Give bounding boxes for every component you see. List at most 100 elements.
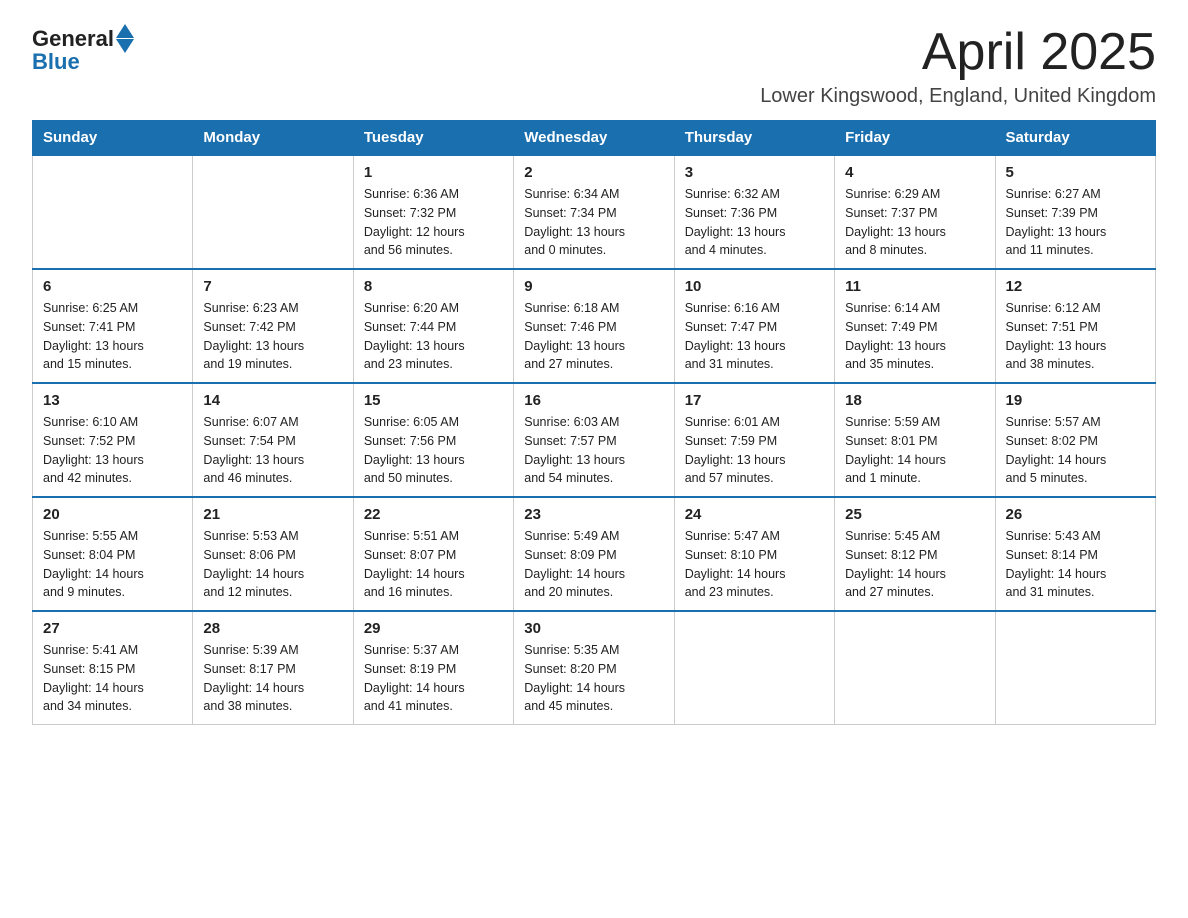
calendar-cell: 17 Sunrise: 6:01 AMSunset: 7:59 PMDayligh…	[674, 383, 834, 497]
day-number: 8	[364, 278, 503, 295]
day-info: Sunrise: 6:01 AMSunset: 7:59 PMDaylight:…	[685, 413, 824, 488]
day-info: Sunrise: 6:25 AMSunset: 7:41 PMDaylight:…	[43, 299, 182, 374]
day-info: Sunrise: 5:41 AMSunset: 8:15 PMDaylight:…	[43, 641, 182, 716]
weekday-header: Thursday	[674, 121, 834, 156]
weekday-header: Saturday	[995, 121, 1155, 156]
calendar-cell: 10 Sunrise: 6:16 AMSunset: 7:47 PMDayligh…	[674, 269, 834, 383]
day-number: 18	[845, 392, 984, 409]
day-info: Sunrise: 5:51 AMSunset: 8:07 PMDaylight:…	[364, 527, 503, 602]
calendar-cell: 26 Sunrise: 5:43 AMSunset: 8:14 PMDayligh…	[995, 497, 1155, 611]
day-number: 19	[1006, 392, 1145, 409]
day-number: 28	[203, 620, 342, 637]
day-number: 17	[685, 392, 824, 409]
calendar-cell	[674, 611, 834, 725]
calendar-cell: 28 Sunrise: 5:39 AMSunset: 8:17 PMDayligh…	[193, 611, 353, 725]
day-info: Sunrise: 5:59 AMSunset: 8:01 PMDaylight:…	[845, 413, 984, 488]
day-info: Sunrise: 6:16 AMSunset: 7:47 PMDaylight:…	[685, 299, 824, 374]
day-number: 6	[43, 278, 182, 295]
day-number: 11	[845, 278, 984, 295]
day-number: 3	[685, 164, 824, 181]
logo-triangle-up	[116, 24, 134, 38]
calendar-cell: 19 Sunrise: 5:57 AMSunset: 8:02 PMDayligh…	[995, 383, 1155, 497]
day-info: Sunrise: 6:36 AMSunset: 7:32 PMDaylight:…	[364, 185, 503, 260]
weekday-header: Tuesday	[353, 121, 513, 156]
calendar-cell: 11 Sunrise: 6:14 AMSunset: 7:49 PMDayligh…	[835, 269, 995, 383]
calendar-cell: 23Sunrise: 5:49 AMSunset: 8:09 PMDayligh…	[514, 497, 674, 611]
day-info: Sunrise: 6:12 AMSunset: 7:51 PMDaylight:…	[1006, 299, 1145, 374]
day-info: Sunrise: 5:43 AMSunset: 8:14 PMDaylight:…	[1006, 527, 1145, 602]
day-info: Sunrise: 6:34 AMSunset: 7:34 PMDaylight:…	[524, 185, 663, 260]
calendar-cell: 3 Sunrise: 6:32 AMSunset: 7:36 PMDaylight…	[674, 155, 834, 269]
day-number: 30	[524, 620, 663, 637]
day-number: 5	[1006, 164, 1145, 181]
calendar-cell: 16 Sunrise: 6:03 AMSunset: 7:57 PMDayligh…	[514, 383, 674, 497]
day-info: Sunrise: 5:47 AMSunset: 8:10 PMDaylight:…	[685, 527, 824, 602]
weekday-header: Friday	[835, 121, 995, 156]
calendar-week-row: 1 Sunrise: 6:36 AMSunset: 7:32 PMDaylight…	[33, 155, 1156, 269]
day-number: 26	[1006, 506, 1145, 523]
day-number: 22	[364, 506, 503, 523]
weekday-header: Wednesday	[514, 121, 674, 156]
day-number: 7	[203, 278, 342, 295]
calendar-cell: 6 Sunrise: 6:25 AMSunset: 7:41 PMDaylight…	[33, 269, 193, 383]
weekday-header: Monday	[193, 121, 353, 156]
day-info: Sunrise: 5:45 AMSunset: 8:12 PMDaylight:…	[845, 527, 984, 602]
logo-blue: Blue	[32, 49, 80, 75]
calendar-week-row: 27 Sunrise: 5:41 AMSunset: 8:15 PMDayligh…	[33, 611, 1156, 725]
calendar-cell: 18 Sunrise: 5:59 AMSunset: 8:01 PMDayligh…	[835, 383, 995, 497]
calendar-cell: 15 Sunrise: 6:05 AMSunset: 7:56 PMDayligh…	[353, 383, 513, 497]
day-number: 16	[524, 392, 663, 409]
day-number: 12	[1006, 278, 1145, 295]
day-info: Sunrise: 5:37 AMSunset: 8:19 PMDaylight:…	[364, 641, 503, 716]
calendar-cell	[835, 611, 995, 725]
day-number: 27	[43, 620, 182, 637]
title-section: April 2025 Lower Kingswood, England, Uni…	[760, 24, 1156, 108]
day-info: Sunrise: 6:10 AMSunset: 7:52 PMDaylight:…	[43, 413, 182, 488]
calendar-cell: 14 Sunrise: 6:07 AMSunset: 7:54 PMDayligh…	[193, 383, 353, 497]
calendar-cell: 29Sunrise: 5:37 AMSunset: 8:19 PMDayligh…	[353, 611, 513, 725]
day-number: 23	[524, 506, 663, 523]
calendar-cell: 25 Sunrise: 5:45 AMSunset: 8:12 PMDayligh…	[835, 497, 995, 611]
day-info: Sunrise: 5:57 AMSunset: 8:02 PMDaylight:…	[1006, 413, 1145, 488]
day-info: Sunrise: 6:18 AMSunset: 7:46 PMDaylight:…	[524, 299, 663, 374]
logo-triangle-down	[116, 39, 134, 53]
calendar-cell: 5 Sunrise: 6:27 AMSunset: 7:39 PMDaylight…	[995, 155, 1155, 269]
day-number: 14	[203, 392, 342, 409]
day-info: Sunrise: 6:03 AMSunset: 7:57 PMDaylight:…	[524, 413, 663, 488]
calendar-week-row: 20Sunrise: 5:55 AMSunset: 8:04 PMDayligh…	[33, 497, 1156, 611]
day-number: 1	[364, 164, 503, 181]
day-info: Sunrise: 5:39 AMSunset: 8:17 PMDaylight:…	[203, 641, 342, 716]
calendar-cell: 12 Sunrise: 6:12 AMSunset: 7:51 PMDayligh…	[995, 269, 1155, 383]
logo: General Blue	[32, 24, 134, 75]
calendar-cell: 22 Sunrise: 5:51 AMSunset: 8:07 PMDayligh…	[353, 497, 513, 611]
calendar-cell: 27 Sunrise: 5:41 AMSunset: 8:15 PMDayligh…	[33, 611, 193, 725]
calendar-week-row: 13Sunrise: 6:10 AMSunset: 7:52 PMDayligh…	[33, 383, 1156, 497]
calendar-cell: 21Sunrise: 5:53 AMSunset: 8:06 PMDayligh…	[193, 497, 353, 611]
calendar-cell: 9 Sunrise: 6:18 AMSunset: 7:46 PMDaylight…	[514, 269, 674, 383]
logo-general: General	[32, 26, 114, 52]
day-info: Sunrise: 6:05 AMSunset: 7:56 PMDaylight:…	[364, 413, 503, 488]
day-info: Sunrise: 6:14 AMSunset: 7:49 PMDaylight:…	[845, 299, 984, 374]
day-number: 25	[845, 506, 984, 523]
day-number: 10	[685, 278, 824, 295]
day-info: Sunrise: 6:27 AMSunset: 7:39 PMDaylight:…	[1006, 185, 1145, 260]
calendar-cell	[193, 155, 353, 269]
location: Lower Kingswood, England, United Kingdom	[760, 85, 1156, 108]
day-number: 15	[364, 392, 503, 409]
weekday-header-row: SundayMondayTuesdayWednesdayThursdayFrid…	[33, 121, 1156, 156]
day-info: Sunrise: 5:55 AMSunset: 8:04 PMDaylight:…	[43, 527, 182, 602]
day-info: Sunrise: 6:20 AMSunset: 7:44 PMDaylight:…	[364, 299, 503, 374]
calendar-table: SundayMondayTuesdayWednesdayThursdayFrid…	[32, 120, 1156, 725]
day-number: 24	[685, 506, 824, 523]
day-info: Sunrise: 6:23 AMSunset: 7:42 PMDaylight:…	[203, 299, 342, 374]
day-info: Sunrise: 5:53 AMSunset: 8:06 PMDaylight:…	[203, 527, 342, 602]
calendar-cell: 30 Sunrise: 5:35 AMSunset: 8:20 PMDayligh…	[514, 611, 674, 725]
day-number: 9	[524, 278, 663, 295]
calendar-cell	[33, 155, 193, 269]
weekday-header: Sunday	[33, 121, 193, 156]
day-info: Sunrise: 6:07 AMSunset: 7:54 PMDaylight:…	[203, 413, 342, 488]
day-info: Sunrise: 5:35 AMSunset: 8:20 PMDaylight:…	[524, 641, 663, 716]
calendar-cell	[995, 611, 1155, 725]
calendar-cell: 2Sunrise: 6:34 AMSunset: 7:34 PMDaylight…	[514, 155, 674, 269]
day-info: Sunrise: 6:32 AMSunset: 7:36 PMDaylight:…	[685, 185, 824, 260]
